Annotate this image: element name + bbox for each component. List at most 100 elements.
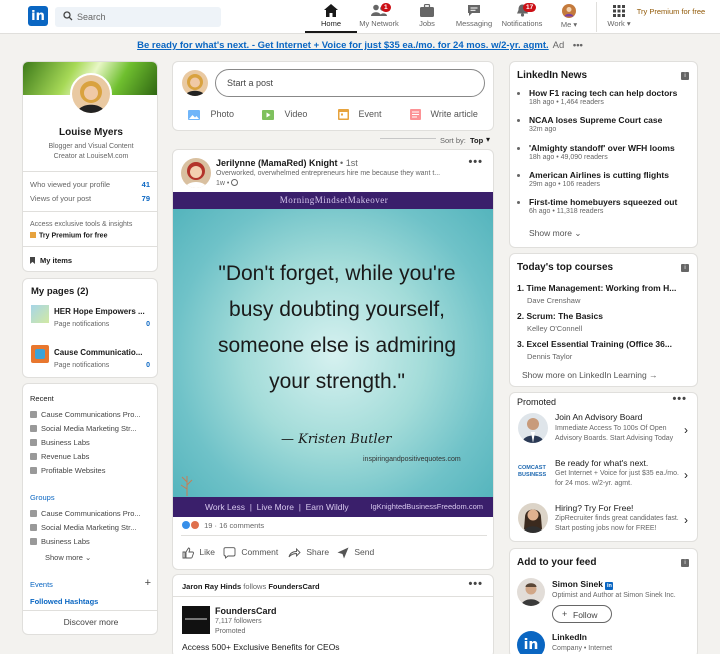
ad-title[interactable]: Join An Advisory Board [555, 412, 642, 422]
discover-more-button[interactable]: Discover more [23, 617, 157, 627]
context-actor[interactable]: Jaron Ray Hinds [182, 582, 241, 591]
course-title[interactable]: 3. Excel Essential Training (Office 36..… [517, 339, 672, 349]
nav-notifications[interactable]: 17 Notifications [496, 3, 548, 33]
info-icon[interactable]: i [681, 264, 689, 272]
recent-item[interactable]: Social Media Marketing Str... [30, 424, 136, 433]
news-show-more-button[interactable]: Show more ⌄ [529, 228, 582, 239]
show-more-button[interactable]: Show more ⌄ [45, 553, 91, 562]
ad-image-advisory[interactable] [518, 413, 548, 443]
nav-messaging[interactable]: Messaging [448, 3, 500, 33]
try-premium-link[interactable]: Try Premium for free [635, 6, 707, 17]
page-name[interactable]: HER Hope Empowers ... [54, 307, 145, 316]
profile-photo[interactable] [70, 73, 112, 115]
profile-viewers-count[interactable]: 41 [142, 180, 150, 189]
nav-my-network[interactable]: 1 My Network [353, 3, 405, 33]
video-button[interactable]: Video [262, 109, 307, 120]
linkedin-logo-icon[interactable]: in [28, 6, 48, 26]
comment-button[interactable]: Comment [223, 547, 278, 559]
ad-banner-link[interactable]: Be ready for what's next. - Get Internet… [137, 40, 549, 51]
photo-label: Photo [210, 109, 235, 119]
suggestion-name[interactable]: LinkedIn [552, 632, 587, 642]
info-icon[interactable]: i [681, 72, 689, 80]
page-notifications-count[interactable]: 0 [146, 321, 150, 328]
post-image[interactable]: MorningMindsetMakeover "Don't forget, wh… [173, 192, 493, 517]
news-item-title: 'Almighty standoff' over WFH looms [529, 143, 675, 153]
groups-link[interactable]: Groups [30, 493, 55, 502]
post-views-count[interactable]: 79 [142, 194, 150, 203]
learning-show-more-button[interactable]: Show more on LinkedIn Learning → [522, 370, 658, 380]
profile-name[interactable]: Louise Myers [23, 127, 157, 138]
chevron-right-icon[interactable]: › [684, 468, 688, 482]
event-button[interactable]: Event [338, 109, 382, 121]
post-options-icon[interactable]: ••• [468, 578, 483, 590]
photo-button[interactable]: Photo [188, 109, 234, 120]
search-input[interactable]: Search [77, 12, 106, 22]
sort-value[interactable]: Top [470, 136, 483, 145]
premium-link[interactable]: Try Premium for free [30, 232, 107, 240]
course-title[interactable]: 2. Scrum: The Basics [517, 311, 603, 321]
nav-me[interactable]: Me ▾ [543, 3, 595, 33]
profile-viewers-label[interactable]: Who viewed your profile [30, 180, 110, 189]
group-item-label: Social Media Marketing Str... [41, 523, 137, 532]
chevron-right-icon[interactable]: › [684, 423, 688, 437]
company-logo[interactable] [182, 606, 210, 634]
recent-item[interactable]: Profitable Websites [30, 466, 105, 475]
group-item[interactable]: Social Media Marketing Str... [30, 523, 136, 532]
page-notifications-count[interactable]: 0 [146, 362, 150, 369]
post-views-label[interactable]: Views of your post [30, 194, 91, 203]
ad-title[interactable]: Be ready for what's next. [555, 458, 648, 468]
post-author[interactable]: Jerilynne (MamaRed) Knight • 1st [216, 158, 358, 168]
write-article-button[interactable]: Write article [410, 109, 478, 121]
page-logo-her-hope[interactable] [31, 305, 49, 323]
nav-home[interactable]: Home [305, 3, 357, 33]
info-icon[interactable]: i [681, 559, 689, 567]
person-photo-icon [523, 509, 543, 533]
recent-item[interactable]: Revenue Labs [30, 452, 89, 461]
suggestion-avatar-linkedin[interactable]: in [517, 631, 545, 654]
my-items-link[interactable]: My items [30, 256, 72, 265]
profile-avatar-icon [562, 4, 576, 18]
sort-control[interactable]: Sort by: Top ▾ [380, 131, 494, 145]
promoted-options-icon[interactable]: ••• [672, 393, 687, 405]
post-image-footer: Work Less | Live More | Earn Wildly IgKn… [173, 497, 493, 517]
search-box[interactable]: Search [55, 7, 221, 27]
chevron-right-icon[interactable]: › [684, 513, 688, 527]
news-item-title: How F1 racing tech can help doctors [529, 88, 678, 98]
ad-title[interactable]: Hiring? Try For Free! [555, 503, 633, 513]
group-icon [30, 453, 37, 460]
composer-avatar[interactable] [182, 70, 208, 96]
post-time-label: 1w • [216, 180, 230, 187]
ad-image-ziprecruiter[interactable] [518, 503, 548, 533]
group-icon [30, 510, 37, 517]
post-author-avatar[interactable] [181, 158, 211, 188]
page-logo-cause-communications[interactable] [31, 345, 49, 363]
send-button[interactable]: Send [337, 547, 374, 559]
followed-hashtags-link[interactable]: Followed Hashtags [30, 597, 98, 606]
add-event-icon[interactable]: + [145, 577, 151, 589]
share-button[interactable]: Share [288, 547, 329, 559]
page-name[interactable]: Cause Communicatio... [54, 348, 142, 357]
suggestion-name[interactable]: Simon Sinek in [552, 579, 614, 590]
events-link[interactable]: Events [30, 580, 53, 589]
recent-item[interactable]: Business Labs [30, 438, 90, 447]
recent-item[interactable]: Cause Communications Pro... [30, 410, 141, 419]
page-notifications-label[interactable]: Page notifications [54, 321, 109, 328]
course-title[interactable]: 1. Time Management: Working from H... [517, 283, 676, 293]
more-options-icon[interactable]: ••• [573, 40, 583, 51]
group-item[interactable]: Business Labs [30, 537, 90, 546]
course-author: Dave Crenshaw [527, 296, 581, 305]
suggestion-avatar[interactable] [517, 578, 545, 606]
start-post-input[interactable]: Start a post [215, 69, 485, 97]
ad-logo-comcast[interactable]: COMCAST BUSINESS [518, 465, 550, 485]
like-button[interactable]: Like [182, 547, 215, 559]
nav-jobs[interactable]: Jobs [401, 3, 453, 33]
follow-button[interactable]: + Follow [552, 605, 612, 623]
company-name[interactable]: FoundersCard [215, 606, 277, 616]
post-reactions[interactable]: 19 · 16 comments [182, 521, 264, 530]
news-title: LinkedIn News [517, 70, 588, 81]
page-notifications-label[interactable]: Page notifications [54, 362, 109, 369]
post-options-icon[interactable]: ••• [468, 156, 483, 168]
context-target[interactable]: FoundersCard [268, 582, 319, 591]
my-items-label: My items [40, 256, 73, 265]
group-item[interactable]: Cause Communications Pro... [30, 509, 141, 518]
